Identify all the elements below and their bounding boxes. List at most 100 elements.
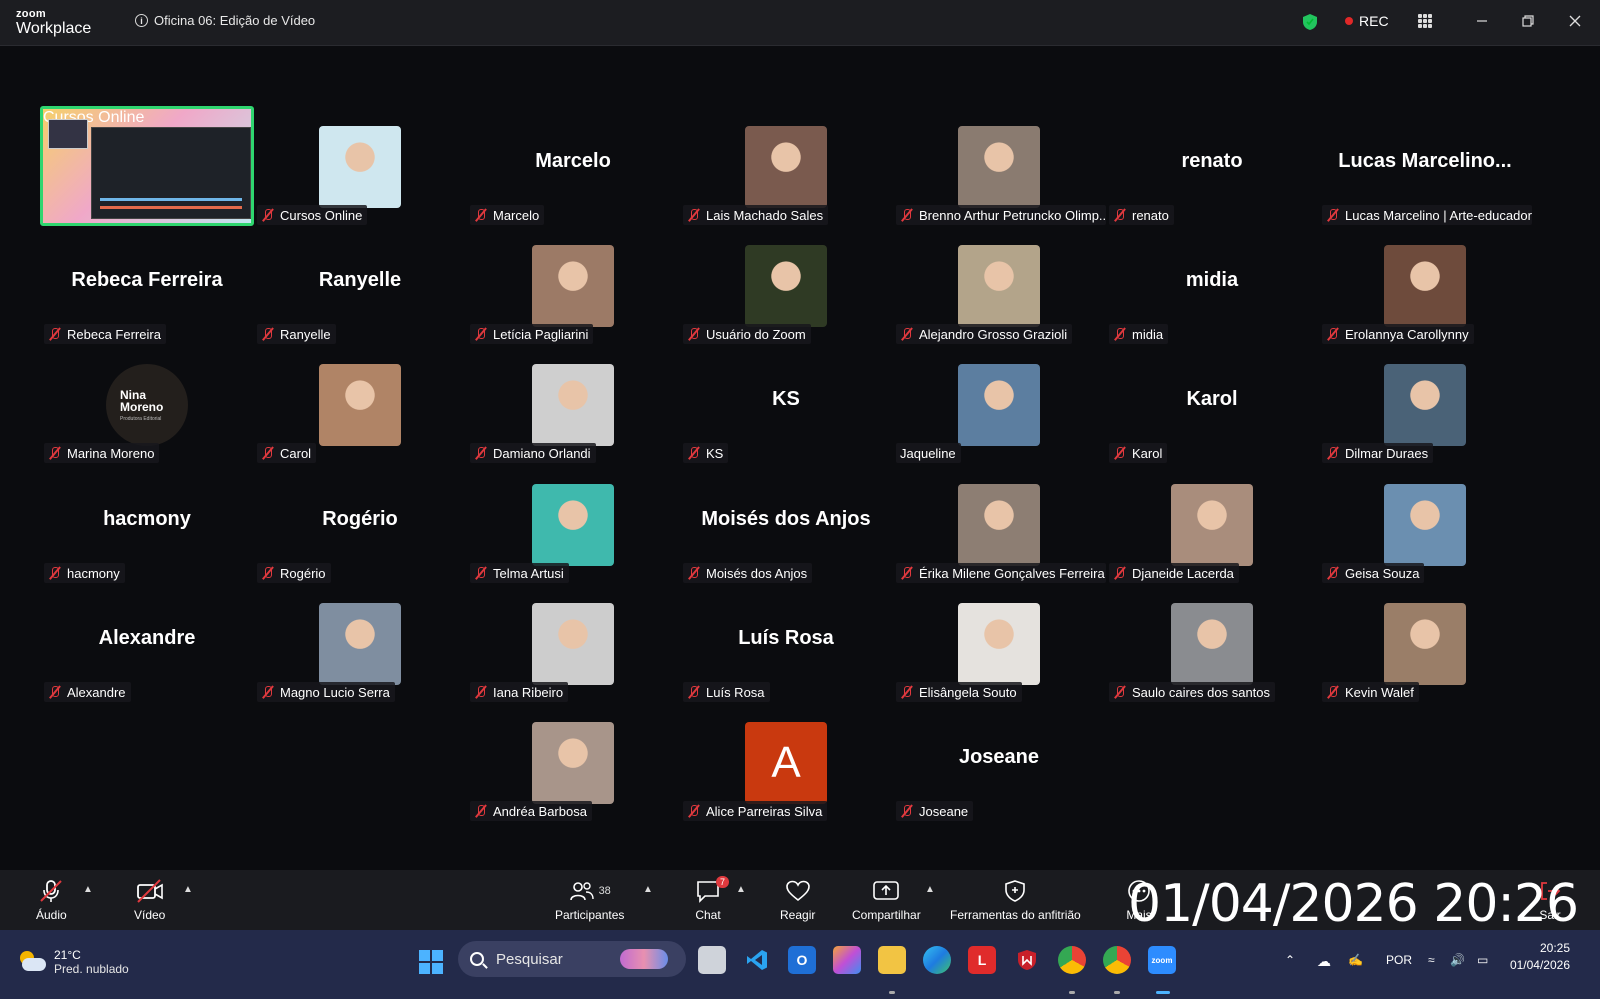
participant-name-label: Usuário do Zoom xyxy=(683,324,811,344)
participant-tile[interactable]: midia midia xyxy=(1105,225,1319,345)
audio-button[interactable]: Áudio xyxy=(36,878,67,922)
l-app-icon[interactable]: L xyxy=(968,946,996,974)
participant-tile[interactable]: renato renato xyxy=(1105,106,1319,226)
participant-tile[interactable]: Kevin Walef xyxy=(1318,583,1532,703)
participant-tile[interactable]: Carol xyxy=(253,344,467,464)
participant-avatar xyxy=(319,364,401,446)
host-shield-icon xyxy=(1003,878,1027,904)
weather-widget[interactable]: 21°C Pred. nublado xyxy=(18,948,129,976)
participant-avatar xyxy=(532,603,614,685)
participant-tile[interactable]: Joseane Joseane xyxy=(892,702,1106,822)
edge-icon[interactable] xyxy=(923,946,951,974)
mcafee-icon[interactable] xyxy=(1013,946,1041,974)
mic-muted-icon xyxy=(1113,446,1127,460)
host-tools-button[interactable]: Ferramentas do anfitrião xyxy=(950,878,1081,922)
participant-display-name: Moisés dos Anjos xyxy=(701,508,871,530)
volume-icon[interactable]: 🔊 xyxy=(1450,953,1465,967)
chat-options-chevron-icon[interactable]: ▲ xyxy=(736,884,746,895)
presenter-camera-thumbnail xyxy=(48,119,88,149)
zoom-app-icon[interactable]: zoom xyxy=(1148,946,1176,974)
copilot-icon[interactable] xyxy=(833,946,861,974)
participant-tile[interactable]: Karol Karol xyxy=(1105,344,1319,464)
participant-tile[interactable]: Iana Ribeiro xyxy=(466,583,680,703)
participant-tile[interactable]: Ranyelle Ranyelle xyxy=(253,225,467,345)
share-screen-button[interactable]: Compartilhar xyxy=(852,878,921,922)
apps-grid-icon[interactable] xyxy=(1418,14,1432,28)
participant-tile[interactable]: Alejandro Grosso Grazioli xyxy=(892,225,1106,345)
close-icon[interactable] xyxy=(1565,11,1585,31)
participant-tile[interactable]: Usuário do Zoom xyxy=(679,225,893,345)
participant-name-label: Alexandre xyxy=(44,682,131,702)
participant-tile[interactable]: Andréa Barbosa xyxy=(466,702,680,822)
chrome-profile-icon[interactable] xyxy=(1103,946,1131,974)
video-options-chevron-icon[interactable]: ▲ xyxy=(183,884,193,895)
file-explorer-icon[interactable] xyxy=(878,946,906,974)
participant-tile[interactable]: Érika Milene Gonçalves Ferreira xyxy=(892,464,1106,584)
audio-options-chevron-icon[interactable]: ▲ xyxy=(83,884,93,895)
weather-temp: 21°C xyxy=(54,948,81,962)
react-button[interactable]: Reagir xyxy=(780,878,815,922)
participant-tile[interactable]: Magno Lucio Serra xyxy=(253,583,467,703)
participant-tile[interactable]: Letícia Pagliarini xyxy=(466,225,680,345)
participant-tile[interactable]: Lais Machado Sales xyxy=(679,106,893,226)
mic-muted-icon xyxy=(1326,208,1340,222)
participant-name-label: Telma Artusi xyxy=(470,563,569,583)
language-indicator[interactable]: POR xyxy=(1386,953,1412,967)
participant-tile[interactable]: Alexandre Alexandre xyxy=(40,583,254,703)
participant-tile[interactable]: Geisa Souza xyxy=(1318,464,1532,584)
participant-tile[interactable]: Brenno Arthur Petruncko Olimp... xyxy=(892,106,1106,226)
participant-tile[interactable]: Djaneide Lacerda xyxy=(1105,464,1319,584)
participants-icon xyxy=(569,882,594,901)
meeting-info[interactable]: i Oficina 06: Edição de Vídeo xyxy=(135,13,315,28)
participant-tile[interactable]: Nina Moreno Produtora Editorial Marina Mor… xyxy=(40,344,254,464)
minimize-icon[interactable] xyxy=(1472,11,1492,31)
screen-share-tile[interactable]: Cursos Online xyxy=(40,106,254,226)
mic-muted-icon xyxy=(687,685,701,699)
participant-tile[interactable]: Rogério Rogério xyxy=(253,464,467,584)
participant-tile[interactable]: Saulo caires dos santos xyxy=(1105,583,1319,703)
participants-button[interactable]: 38 Participantes xyxy=(555,878,624,922)
battery-icon[interactable]: ▭ xyxy=(1477,953,1488,967)
participant-tile[interactable]: Dilmar Duraes xyxy=(1318,344,1532,464)
mic-muted-icon xyxy=(1326,685,1340,699)
participant-tile[interactable]: Moisés dos Anjos Moisés dos Anjos xyxy=(679,464,893,584)
mic-muted-icon xyxy=(261,327,275,341)
chrome-icon[interactable] xyxy=(1058,946,1086,974)
logo-bottom-text: Workplace xyxy=(16,20,92,37)
title-bar: zoom Workplace i Oficina 06: Edição de V… xyxy=(0,0,1600,46)
participant-tile[interactable]: Marcelo Marcelo xyxy=(466,106,680,226)
info-icon[interactable]: i xyxy=(135,14,148,27)
participant-tile[interactable]: Elisângela Souto xyxy=(892,583,1106,703)
participant-avatar xyxy=(1171,484,1253,566)
participant-display-name: KS xyxy=(772,388,800,410)
participant-tile[interactable]: Cursos Online xyxy=(253,106,467,226)
onedrive-cloud-icon[interactable]: ☁ xyxy=(1317,953,1331,970)
participant-tile[interactable]: Damiano Orlandi xyxy=(466,344,680,464)
task-view-icon[interactable] xyxy=(698,946,726,974)
share-options-chevron-icon[interactable]: ▲ xyxy=(925,884,935,895)
pen-icon[interactable]: ✍ xyxy=(1348,953,1363,967)
restore-icon[interactable] xyxy=(1518,11,1538,31)
participant-tile[interactable]: hacmony hacmony xyxy=(40,464,254,584)
shield-icon[interactable] xyxy=(1302,13,1318,36)
windows-start-icon[interactable] xyxy=(419,950,443,974)
participant-tile[interactable]: Lucas Marcelino... Lucas Marcelino | Arte… xyxy=(1318,106,1532,226)
participant-tile[interactable]: Erolannya Carollynny xyxy=(1318,225,1532,345)
audio-label: Áudio xyxy=(36,908,67,922)
participant-tile[interactable]: Telma Artusi xyxy=(466,464,680,584)
tray-chevron-up-icon[interactable]: ⌃ xyxy=(1285,953,1295,967)
participant-tile[interactable]: Jaqueline xyxy=(892,344,1106,464)
video-button[interactable]: Vídeo xyxy=(134,878,165,922)
outlook-icon[interactable]: O xyxy=(788,946,816,974)
recording-indicator[interactable]: REC xyxy=(1345,13,1389,29)
participant-tile[interactable]: A Alice Parreiras Silva xyxy=(679,702,893,822)
participant-tile[interactable]: Rebeca Ferreira Rebeca Ferreira xyxy=(40,225,254,345)
chat-button[interactable]: 7 Chat xyxy=(695,876,730,922)
taskbar-search[interactable]: Pesquisar xyxy=(458,941,686,977)
participants-options-chevron-icon[interactable]: ▲ xyxy=(643,884,653,895)
vscode-icon[interactable] xyxy=(743,946,771,974)
participant-tile[interactable]: KS KS xyxy=(679,344,893,464)
participant-tile[interactable]: Luís Rosa Luís Rosa xyxy=(679,583,893,703)
wifi-icon[interactable]: ≈ xyxy=(1428,953,1435,967)
taskbar-clock[interactable]: 20:25 01/04/2026 xyxy=(1508,940,1570,974)
